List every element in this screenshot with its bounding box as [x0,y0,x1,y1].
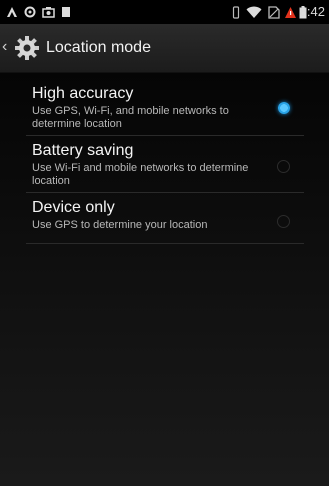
image-icon [42,5,55,19]
alert-icon [284,5,297,19]
wifi-icon [246,5,262,19]
radio-selected[interactable] [278,102,290,114]
option-description: Use Wi-Fi and mobile networks to determi… [32,162,249,187]
settings-gear-icon[interactable] [14,35,40,61]
option-device-only[interactable]: Device only Use GPS to determine your lo… [26,193,304,244]
page-title: Location mode [46,39,151,56]
sd-card-icon [61,5,71,19]
option-description: Use GPS, Wi-Fi, and mobile networks to d… [32,105,229,130]
option-high-accuracy[interactable]: High accuracy Use GPS, Wi-Fi, and mobile… [26,79,304,136]
sync-icon [24,5,36,19]
option-description: Use GPS to determine your location [32,219,208,231]
option-title: High accuracy [32,85,134,102]
radio-unselected[interactable] [277,160,290,173]
clock: 8:42 [299,4,325,19]
location-mode-list: High accuracy Use GPS, Wi-Fi, and mobile… [0,73,329,486]
vibrate-icon [232,5,240,19]
option-title: Device only [32,199,115,216]
notification-icon [6,5,18,19]
no-sim-icon [268,5,280,19]
radio-unselected[interactable] [277,215,290,228]
action-bar: ‹ Location mode [0,24,329,73]
status-bar: 8:42 [0,0,329,24]
option-title: Battery saving [32,142,134,159]
option-battery-saving[interactable]: Battery saving Use Wi-Fi and mobile netw… [26,136,304,193]
back-chevron-icon[interactable]: ‹ [2,38,7,56]
